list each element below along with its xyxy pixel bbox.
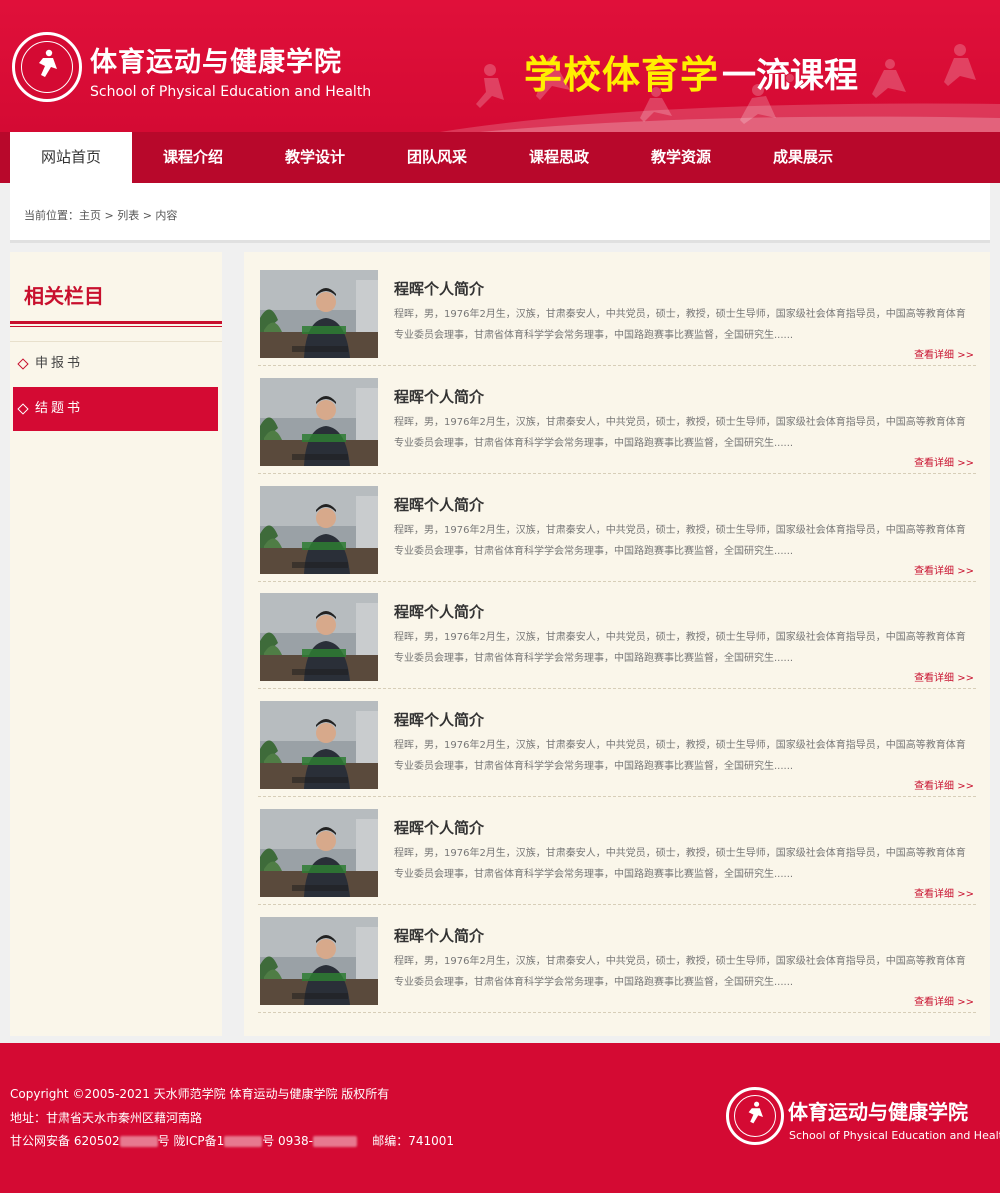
item-title[interactable]: 程晖个人简介: [394, 386, 484, 407]
slogan-highlight: 学校体育学: [524, 53, 720, 97]
list-item[interactable]: 程晖个人简介程晖，男，1976年2月生，汉族，甘肃秦安人，中共党员，硕士，教授，…: [258, 486, 976, 582]
video-thumbnail[interactable]: [260, 486, 378, 574]
sidebar-divider-thin: [10, 326, 222, 327]
nav-item-teaching-design[interactable]: 教学设计: [254, 132, 376, 183]
view-details-link[interactable]: 查看详细 >>: [914, 454, 974, 469]
item-title[interactable]: 程晖个人简介: [394, 494, 484, 515]
view-details-link[interactable]: 查看详细 >>: [914, 777, 974, 792]
footer-college-name-cn: 体育运动与健康学院: [788, 1100, 968, 1124]
footer-beian: 甘公网安备 620502 号 陇ICP备1 号 0938- 邮编：741001: [10, 1132, 454, 1149]
beian-prefix: 甘公网安备 620502: [10, 1134, 120, 1148]
nav-item-home[interactable]: 网站首页: [10, 132, 132, 183]
redacted-block: [312, 1136, 357, 1147]
sidebar-divider: [10, 321, 222, 324]
nav-item-resources[interactable]: 教学资源: [620, 132, 742, 183]
footer-college-name-en: School of Physical Education and Health: [789, 1129, 1000, 1142]
item-title[interactable]: 程晖个人简介: [394, 601, 484, 622]
view-details-link[interactable]: 查看详细 >>: [914, 669, 974, 684]
redacted-block: [119, 1136, 158, 1147]
footer-address: 地址：甘肃省天水市秦州区藉河南路: [10, 1111, 203, 1125]
nav-item-achievements[interactable]: 成果展示: [742, 132, 864, 183]
item-title[interactable]: 程晖个人简介: [394, 278, 484, 299]
list-item[interactable]: 程晖个人简介程晖，男，1976年2月生，汉族，甘肃秦安人，中共党员，硕士，教授，…: [258, 701, 976, 797]
redacted-block: [224, 1136, 263, 1147]
list-item[interactable]: 程晖个人简介程晖，男，1976年2月生，汉族，甘肃秦安人，中共党员，硕士，教授，…: [258, 593, 976, 689]
nav-item-ideology[interactable]: 课程思政: [498, 132, 620, 183]
item-description: 程晖，男，1976年2月生，汉族，甘肃秦安人，中共党员，硕士，教授，硕士生导师，…: [394, 309, 966, 341]
item-description: 程晖，男，1976年2月生，汉族，甘肃秦安人，中共党员，硕士，教授，硕士生导师，…: [394, 525, 966, 557]
college-name-en: School of Physical Education and Health: [90, 84, 372, 100]
site-header: 体育运动与健康学院 School of Physical Education a…: [0, 0, 1000, 132]
sidebar-item-final-report[interactable]: 结题书: [13, 387, 218, 431]
item-description: 程晖，男，1976年2月生，汉族，甘肃秦安人，中共党员，硕士，教授，硕士生导师，…: [394, 740, 966, 772]
video-thumbnail[interactable]: [260, 917, 378, 1005]
sidebar-item-proposal[interactable]: 申报书: [13, 342, 218, 386]
slogan-rest: 一流课程: [722, 56, 858, 96]
video-thumbnail[interactable]: [260, 701, 378, 789]
school-seal-logo[interactable]: [12, 32, 82, 102]
sidebar-title: 相关栏目: [24, 284, 104, 308]
video-thumbnail[interactable]: [260, 593, 378, 681]
item-description: 程晖，男，1976年2月生，汉族，甘肃秦安人，中共党员，硕士，教授，硕士生导师，…: [394, 956, 966, 988]
sidebar-item-label: 申报书: [35, 356, 84, 371]
list-item[interactable]: 程晖个人简介程晖，男，1976年2月生，汉族，甘肃秦安人，中共党员，硕士，教授，…: [258, 809, 976, 905]
nav-item-course-intro[interactable]: 课程介绍: [132, 132, 254, 183]
diamond-icon: [17, 403, 29, 415]
list-item[interactable]: 程晖个人简介程晖，男，1976年2月生，汉族，甘肃秦安人，中共党员，硕士，教授，…: [258, 378, 976, 474]
footer-copyright: Copyright ©2005-2021 天水师范学院 体育运动与健康学院 版权…: [10, 1087, 390, 1101]
item-description: 程晖，男，1976年2月生，汉族，甘肃秦安人，中共党员，硕士，教授，硕士生导师，…: [394, 632, 966, 664]
beian-suffix: 号 0938-: [262, 1134, 313, 1148]
sidebar-item-label: 结题书: [35, 401, 84, 416]
breadcrumb: 当前位置：主页 > 列表 > 内容: [10, 183, 990, 243]
footer-postcode: 邮编：741001: [372, 1134, 454, 1148]
nav-item-team[interactable]: 团队风采: [376, 132, 498, 183]
view-details-link[interactable]: 查看详细 >>: [914, 993, 974, 1008]
beian-mid: 号 陇ICP备1: [157, 1134, 225, 1148]
video-thumbnail[interactable]: [260, 378, 378, 466]
article-list: 程晖个人简介程晖，男，1976年2月生，汉族，甘肃秦安人，中共党员，硕士，教授，…: [244, 252, 990, 1036]
diamond-icon: [17, 358, 29, 370]
sidebar: 相关栏目 申报书 结题书: [10, 252, 222, 1036]
footer-seal-logo: [726, 1087, 784, 1145]
main-nav: 网站首页 课程介绍 教学设计 团队风采 课程思政 教学资源 成果展示: [0, 132, 1000, 183]
view-details-link[interactable]: 查看详细 >>: [914, 346, 974, 361]
college-name-cn: 体育运动与健康学院: [90, 47, 342, 78]
video-thumbnail[interactable]: [260, 270, 378, 358]
view-details-link[interactable]: 查看详细 >>: [914, 885, 974, 900]
item-title[interactable]: 程晖个人简介: [394, 817, 484, 838]
site-footer: Copyright ©2005-2021 天水师范学院 体育运动与健康学院 版权…: [0, 1043, 1000, 1193]
list-item[interactable]: 程晖个人简介程晖，男，1976年2月生，汉族，甘肃秦安人，中共党员，硕士，教授，…: [258, 917, 976, 1013]
video-thumbnail[interactable]: [260, 809, 378, 897]
item-description: 程晖，男，1976年2月生，汉族，甘肃秦安人，中共党员，硕士，教授，硕士生导师，…: [394, 417, 966, 449]
item-title[interactable]: 程晖个人简介: [394, 709, 484, 730]
view-details-link[interactable]: 查看详细 >>: [914, 562, 974, 577]
item-description: 程晖，男，1976年2月生，汉族，甘肃秦安人，中共党员，硕士，教授，硕士生导师，…: [394, 848, 966, 880]
list-item[interactable]: 程晖个人简介程晖，男，1976年2月生，汉族，甘肃秦安人，中共党员，硕士，教授，…: [258, 270, 976, 366]
item-title[interactable]: 程晖个人简介: [394, 925, 484, 946]
